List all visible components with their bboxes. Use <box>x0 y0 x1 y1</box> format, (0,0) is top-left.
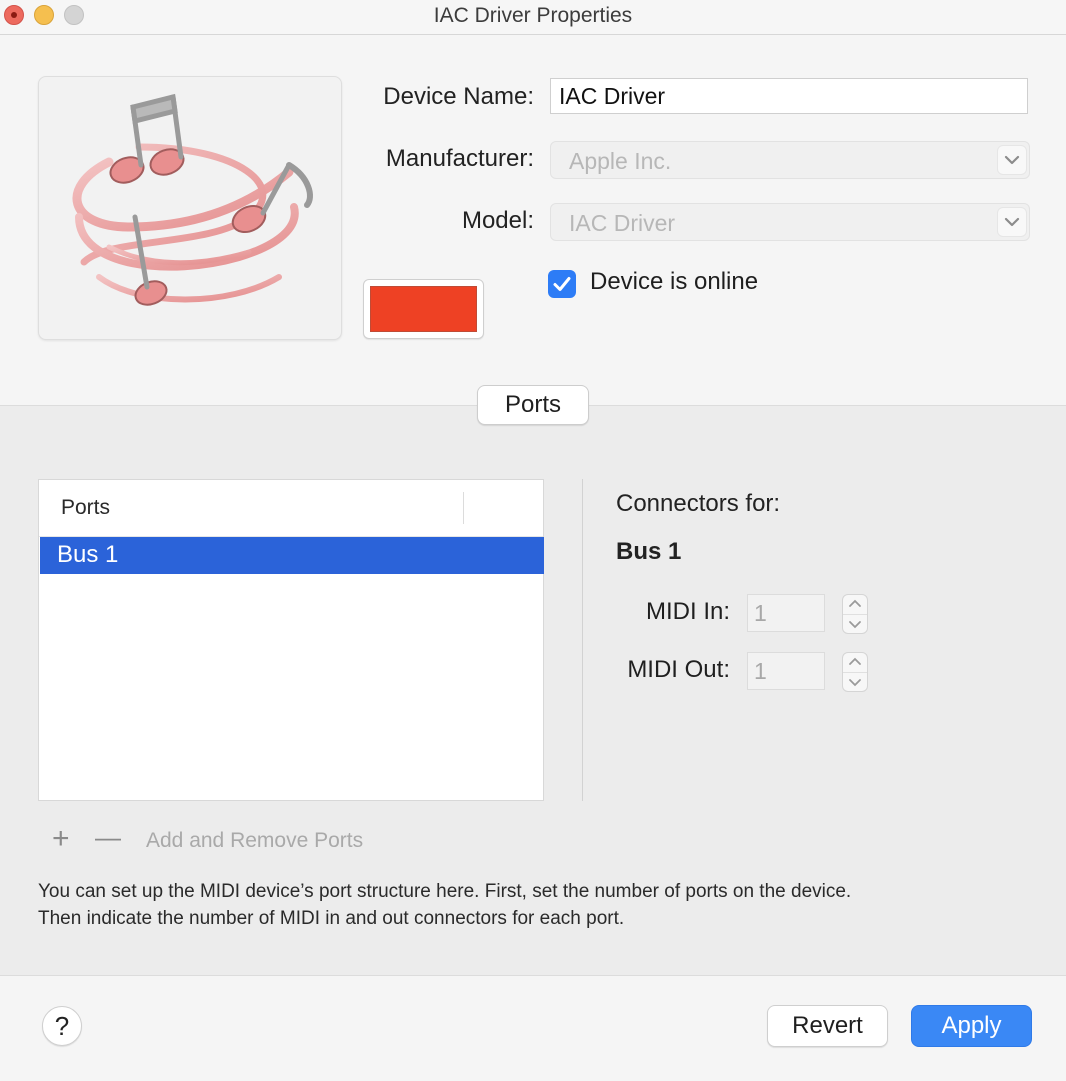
chevron-down-icon <box>997 207 1027 237</box>
chevron-up-icon <box>849 599 861 607</box>
remove-port-button[interactable]: — <box>95 822 121 853</box>
vertical-divider <box>582 479 583 801</box>
checkmark-icon <box>553 277 571 291</box>
table-header: Ports <box>39 480 543 537</box>
connectors-bus-name: Bus 1 <box>616 538 682 565</box>
manufacturer-popup[interactable]: Apple Inc. <box>550 141 1030 179</box>
window-title: IAC Driver Properties <box>433 4 633 27</box>
device-color-well[interactable] <box>363 279 484 339</box>
device-name-field[interactable] <box>550 78 1028 114</box>
manufacturer-value: Apple Inc. <box>569 148 672 174</box>
manufacturer-label: Manufacturer: <box>385 145 534 172</box>
table-row[interactable]: Bus 1 <box>40 537 544 574</box>
model-value: IAC Driver <box>569 210 676 236</box>
column-header-ports[interactable]: Ports <box>61 496 110 520</box>
midi-out-field[interactable] <box>747 652 825 690</box>
connectors-title: Connectors for: <box>616 490 781 517</box>
revert-button[interactable]: Revert <box>767 1005 888 1047</box>
device-icon-well[interactable] <box>38 76 342 340</box>
footer-bar <box>0 975 1066 1081</box>
chevron-down-icon <box>849 679 861 687</box>
ports-description: You can set up the MIDI device’s port st… <box>38 878 1038 932</box>
midi-in-field[interactable] <box>747 594 825 632</box>
model-label: Model: <box>461 207 534 234</box>
ports-table[interactable]: Ports Bus 1 <box>38 479 544 801</box>
description-line-2: Then indicate the number of MIDI in and … <box>38 908 625 929</box>
chevron-down-icon <box>849 621 861 629</box>
midi-in-stepper[interactable] <box>842 594 868 634</box>
help-button[interactable]: ? <box>42 1006 82 1046</box>
device-name-label: Device Name: <box>383 83 534 110</box>
model-popup[interactable]: IAC Driver <box>550 203 1030 241</box>
description-line-1: You can set up the MIDI device’s port st… <box>38 881 852 902</box>
column-divider <box>463 492 464 524</box>
device-online-checkbox[interactable] <box>548 270 576 298</box>
chevron-down-icon <box>997 145 1027 175</box>
add-remove-ports-label: Add and Remove Ports <box>146 829 364 852</box>
port-name: Bus 1 <box>57 541 119 568</box>
tab-ports[interactable]: Ports <box>477 385 589 425</box>
chevron-up-icon <box>849 657 861 665</box>
midi-out-stepper[interactable] <box>842 652 868 692</box>
apply-button[interactable]: Apply <box>911 1005 1032 1047</box>
midi-in-label: MIDI In: <box>645 598 730 625</box>
add-port-button[interactable]: + <box>52 822 70 856</box>
midi-out-label: MIDI Out: <box>627 656 730 683</box>
color-swatch <box>370 286 477 332</box>
midi-music-notes-icon <box>72 93 313 306</box>
device-online-label[interactable]: Device is online <box>590 268 758 296</box>
